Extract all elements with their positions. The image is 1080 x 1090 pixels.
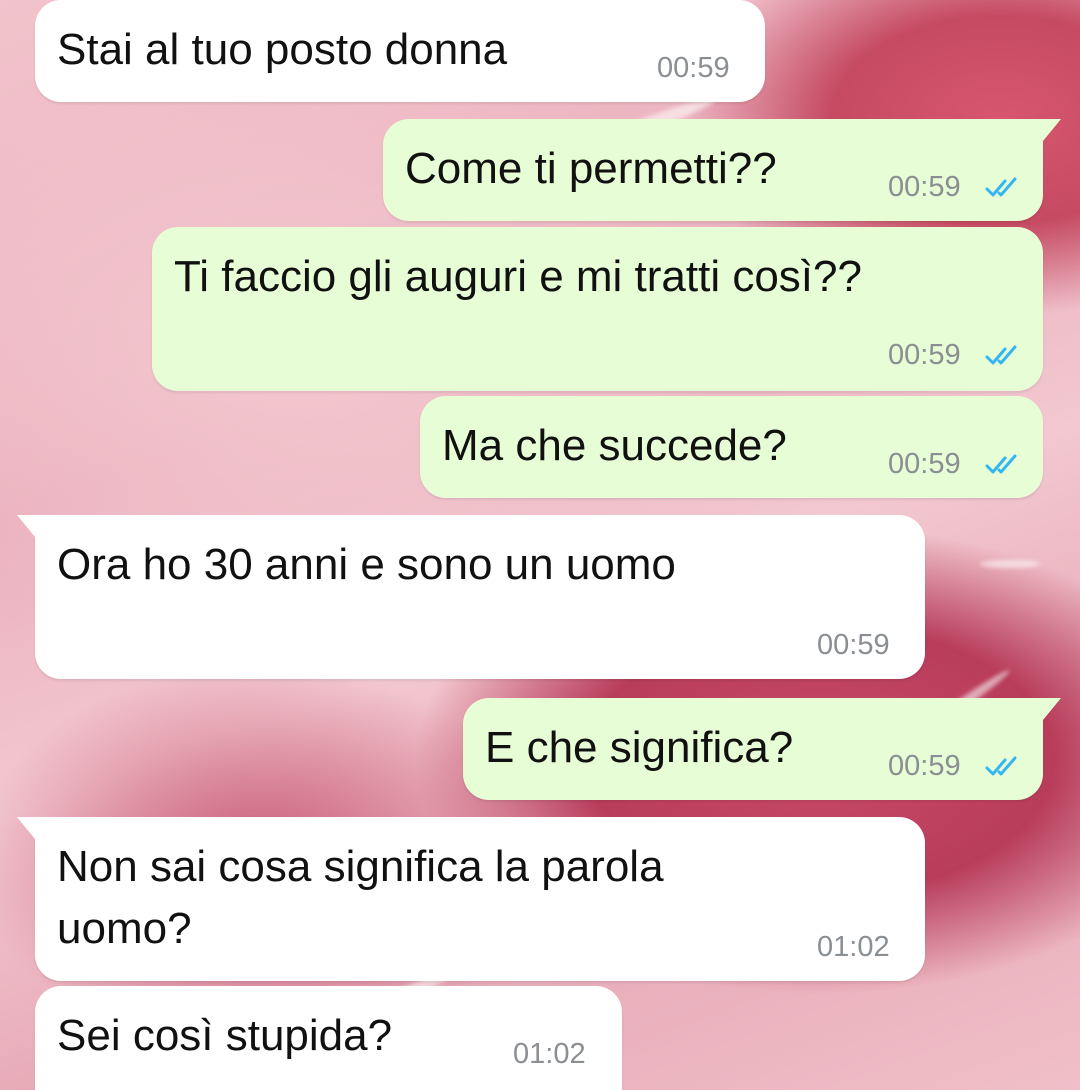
double-check-icon (985, 756, 1017, 776)
bubble-tail (1043, 698, 1061, 720)
message-bubble-incoming[interactable]: Non sai cosa significa la parola uomo? 0… (17, 817, 925, 981)
double-check-icon (985, 454, 1017, 474)
bubble-tail (1043, 119, 1061, 141)
message-bubble-incoming[interactable]: Sei così stupida? 01:02 (35, 986, 622, 1090)
double-check-icon (985, 177, 1017, 197)
message-text: Stai al tuo posto donna (57, 25, 508, 74)
message-time: 00:59 (657, 52, 730, 84)
message-time: 00:59 (888, 339, 961, 371)
message-time: 00:59 (888, 448, 961, 480)
message-time: 00:59 (888, 171, 961, 203)
message-bubble-incoming[interactable]: Ora ho 30 anni e sono un uomo 00:59 (17, 515, 925, 679)
message-time: 01:02 (513, 1038, 586, 1070)
message-text: Come ti permetti?? (405, 144, 777, 193)
message-bubble-outgoing[interactable]: Come ti permetti?? 00:59 (383, 119, 1061, 221)
message-time: 01:02 (817, 931, 890, 963)
message-text: Sei così stupida? (57, 1011, 393, 1060)
double-check-icon (985, 345, 1017, 365)
message-time: 00:59 (888, 750, 961, 782)
message-text: Ma che succede? (442, 421, 787, 470)
message-time: 00:59 (817, 629, 890, 661)
message-text: E che significa? (485, 723, 794, 772)
bubble-tail (17, 817, 35, 839)
message-bubble-outgoing[interactable]: Ti faccio gli auguri e mi tratti così?? … (152, 227, 1043, 391)
message-text-line-2: uomo? (57, 904, 192, 953)
bubble-tail (17, 515, 35, 537)
message-bubble-outgoing[interactable]: Ma che succede? 00:59 (420, 396, 1043, 498)
message-bubble-incoming[interactable]: Stai al tuo posto donna 00:59 (35, 0, 765, 102)
message-bubble-outgoing[interactable]: E che significa? 00:59 (463, 698, 1061, 800)
message-text: Ti faccio gli auguri e mi tratti così?? (174, 252, 862, 301)
message-text: Ora ho 30 anni e sono un uomo (57, 540, 676, 589)
message-text-line-1: Non sai cosa significa la parola (57, 842, 664, 891)
